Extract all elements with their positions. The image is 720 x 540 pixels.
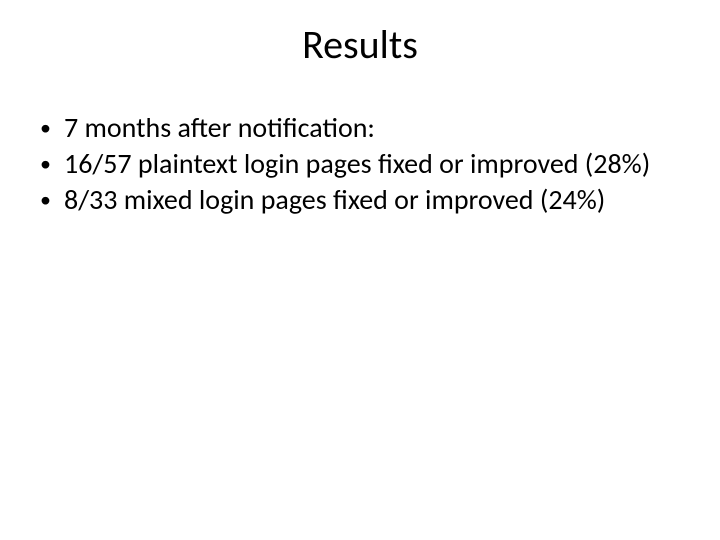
bullet-list: 7 months after notification: 16/57 plain… (38, 111, 690, 217)
slide-content: 7 months after notification: 16/57 plain… (0, 111, 720, 217)
slide-title: Results (0, 20, 720, 69)
list-item: 16/57 plaintext login pages fixed or imp… (38, 147, 690, 181)
list-item: 7 months after notification: (38, 111, 690, 145)
slide: Results 7 months after notification: 16/… (0, 0, 720, 540)
list-item: 8/33 mixed login pages fixed or improved… (38, 183, 690, 217)
